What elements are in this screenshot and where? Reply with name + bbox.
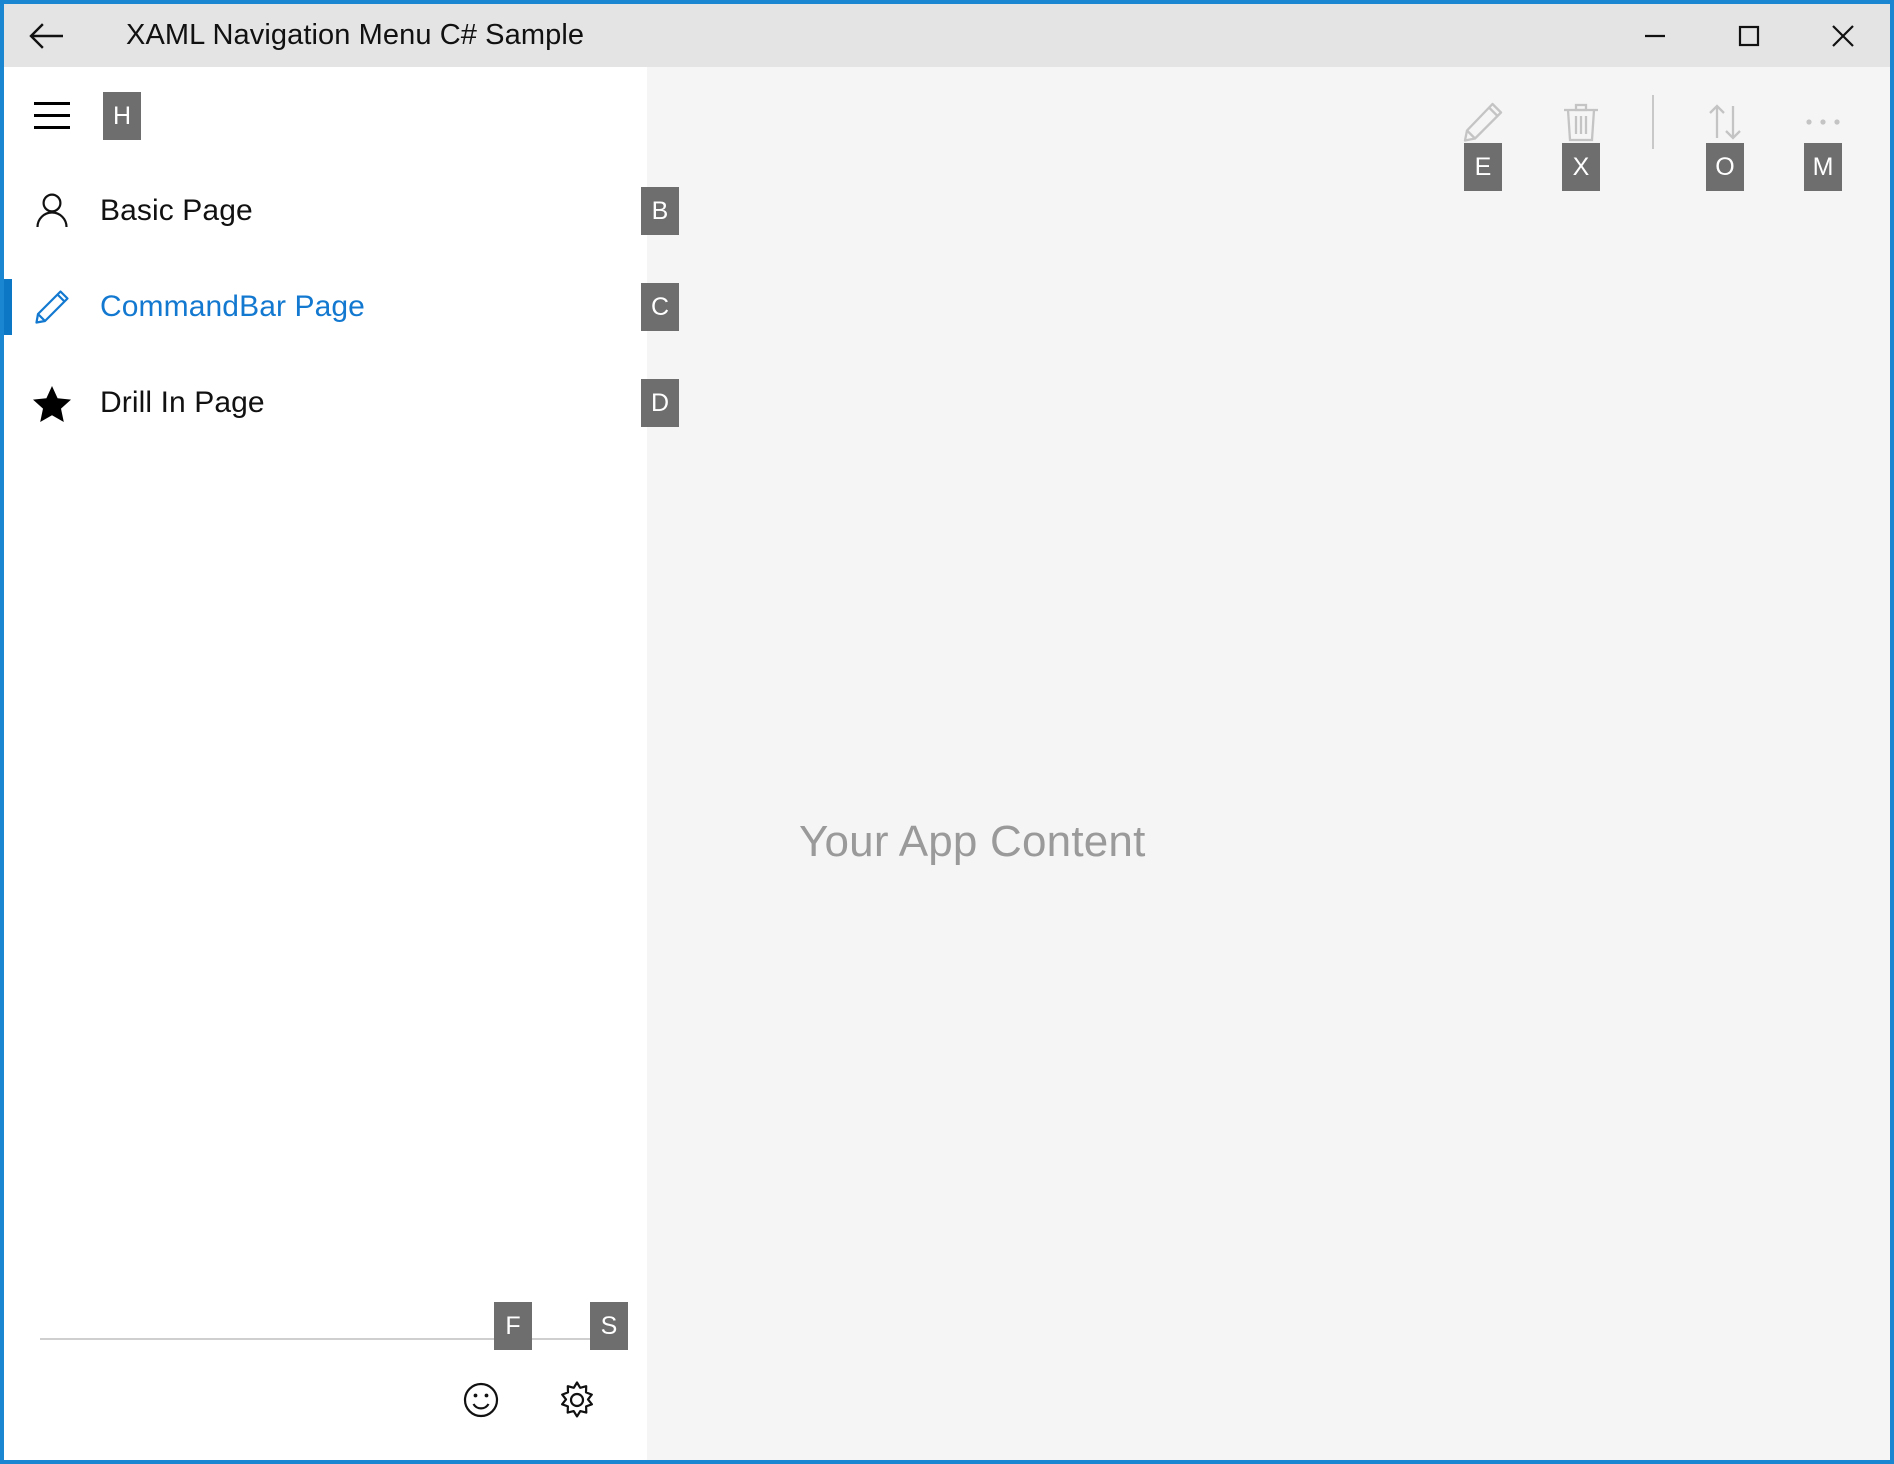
close-icon (1826, 19, 1860, 53)
body-area: H Basic Page B (4, 67, 1890, 1460)
gear-icon (554, 1377, 600, 1423)
selection-accent-bar (4, 279, 12, 335)
ellipsis-icon (1797, 96, 1849, 148)
sidebar-item-label: CommandBar Page (100, 290, 365, 324)
person-icon (4, 163, 100, 259)
keytip-feedback: F (494, 1302, 532, 1350)
content-pane: E X (647, 67, 1890, 1460)
caption-buttons (1608, 4, 1890, 67)
keytip-hamburger: H (103, 92, 141, 140)
pencil-icon (1457, 96, 1509, 148)
minimize-icon (1639, 20, 1671, 52)
sort-button[interactable]: O (1676, 67, 1774, 177)
window-title: XAML Navigation Menu C# Sample (126, 19, 584, 52)
trash-can-icon (1555, 96, 1607, 148)
hamburger-menu-icon-line (34, 114, 70, 117)
sidebar-item-commandbar-page[interactable]: CommandBar Page C (4, 259, 647, 355)
navigation-pane: H Basic Page B (4, 67, 647, 1460)
nav-bottom-row: F S (4, 1340, 647, 1460)
keytip-sort: O (1706, 143, 1744, 191)
back-button[interactable] (4, 4, 90, 67)
keytip-settings: S (590, 1302, 628, 1350)
keytip-more: M (1804, 143, 1842, 191)
hamburger-menu-icon-line (34, 126, 70, 129)
hamburger-menu-button[interactable] (4, 67, 100, 163)
command-bar-separator (1652, 95, 1654, 149)
sidebar-item-label: Drill In Page (100, 386, 265, 420)
keytip-commandbar-page: C (641, 283, 679, 331)
keytip-delete: X (1562, 143, 1600, 191)
pencil-icon (4, 259, 100, 355)
close-button[interactable] (1796, 4, 1890, 67)
sidebar-item-basic-page[interactable]: Basic Page B (4, 163, 647, 259)
minimize-button[interactable] (1608, 4, 1702, 67)
star-icon (4, 355, 100, 451)
sidebar-item-label: Basic Page (100, 194, 253, 228)
back-arrow-icon (26, 15, 68, 57)
keytip-edit: E (1464, 143, 1502, 191)
keytip-drill-in-page: D (641, 379, 679, 427)
hamburger-menu-icon-line (34, 102, 70, 105)
feedback-button[interactable] (433, 1352, 529, 1448)
title-bar: XAML Navigation Menu C# Sample (4, 4, 1890, 67)
keytip-basic-page: B (641, 187, 679, 235)
delete-button[interactable]: X (1532, 67, 1630, 177)
maximize-icon (1733, 20, 1765, 52)
edit-button[interactable]: E (1434, 67, 1532, 177)
sidebar-item-drill-in-page[interactable]: Drill In Page D (4, 355, 647, 451)
sort-arrows-icon (1699, 96, 1751, 148)
maximize-button[interactable] (1702, 4, 1796, 67)
app-window: XAML Navigation Menu C# Sample (0, 0, 1894, 1464)
more-button[interactable]: M (1774, 67, 1872, 177)
settings-button[interactable] (529, 1352, 625, 1448)
app-content-placeholder: Your App Content (799, 817, 1146, 867)
command-bar: E X (1434, 67, 1872, 177)
nav-spacer (4, 451, 647, 1338)
hamburger-row: H (4, 67, 647, 163)
smiley-face-icon (458, 1377, 504, 1423)
